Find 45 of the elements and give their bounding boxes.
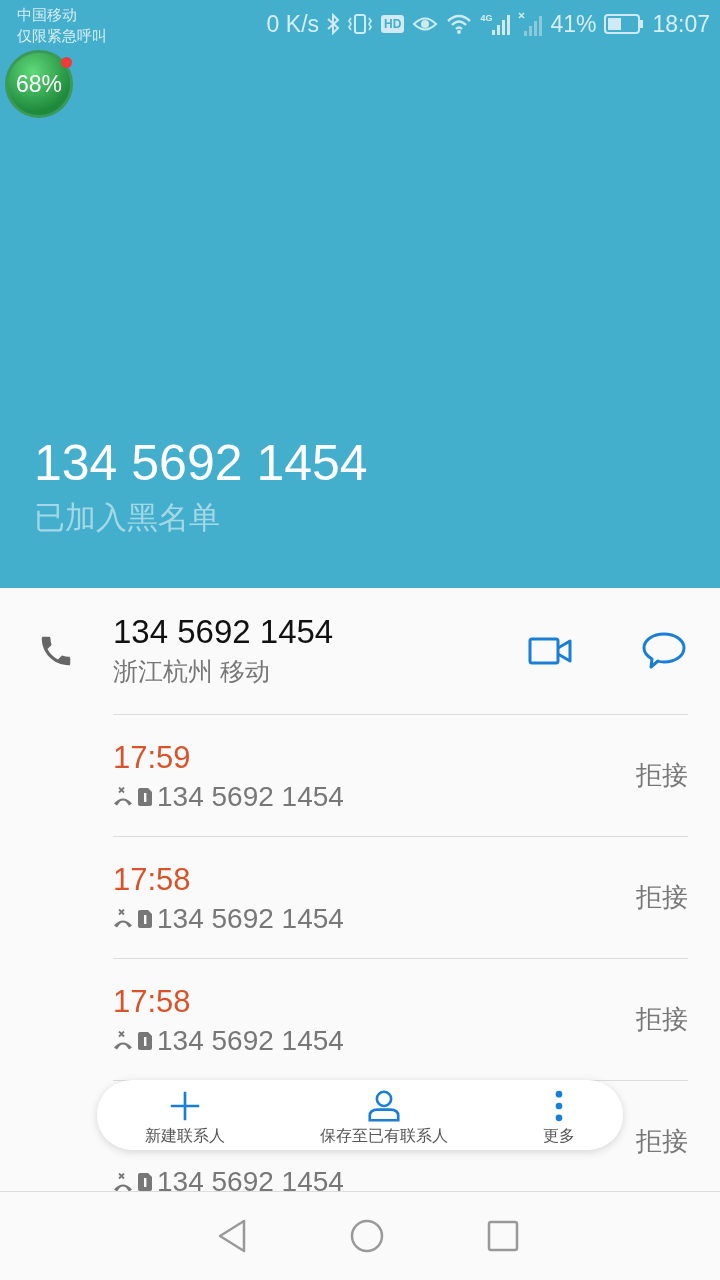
phone-number-title: 134 5692 1454 (34, 434, 368, 493)
video-call-icon[interactable] (528, 637, 572, 665)
toolbar-button[interactable]: 更多 (539, 1081, 580, 1149)
hd-badge: HD (381, 15, 405, 33)
more-icon (554, 1090, 565, 1122)
contact-number: 134 5692 1454 (113, 612, 334, 652)
network-type: 4G (480, 13, 493, 23)
number-location: 浙江杭州 移动 (113, 656, 270, 687)
back-icon[interactable] (216, 1219, 247, 1253)
rejected-call-icon (113, 787, 133, 806)
call-result: 拒接 (636, 1003, 688, 1036)
vibrate-icon (347, 13, 374, 35)
call-number: 134 5692 1454 (157, 901, 344, 936)
person-icon (365, 1090, 403, 1122)
call-result: 拒接 (636, 881, 688, 914)
call-number: 134 5692 1454 (157, 779, 344, 814)
message-icon[interactable] (642, 632, 686, 670)
wifi-icon (446, 13, 473, 35)
call-result: 拒接 (636, 1125, 688, 1158)
recents-icon[interactable] (486, 1220, 519, 1252)
network-speed: 0 K/s (266, 10, 320, 38)
signal-icon (492, 13, 511, 35)
emergency-notice: 仅限紧急呼叫 (17, 26, 107, 46)
call-result: 拒接 (636, 759, 688, 792)
toolbar-button[interactable]: 新建联系人 (140, 1081, 229, 1149)
sim-card-icon (137, 1030, 153, 1051)
toolbar-button[interactable]: 保存至已有联系人 (316, 1081, 452, 1149)
call-time: 17:59 (113, 738, 191, 777)
rejected-call-icon (113, 909, 133, 928)
rejected-call-icon (113, 1172, 133, 1191)
call-time: 17:58 (113, 982, 191, 1021)
bluetooth-icon (327, 13, 340, 35)
rejected-call-icon (113, 1031, 133, 1050)
call-number: 134 5692 1454 (157, 1165, 344, 1191)
battery-percent: 41% (550, 10, 597, 38)
blacklist-status: 已加入黑名单 (34, 498, 220, 537)
carrier-name: 中国移动 (17, 5, 77, 25)
call-number: 134 5692 1454 (157, 1023, 344, 1058)
battery-icon (604, 14, 645, 34)
clock: 18:07 (652, 10, 710, 38)
sim-card-icon (137, 786, 153, 807)
call-time: 17:58 (113, 860, 191, 899)
sim-card-icon (137, 908, 153, 929)
home-icon[interactable] (349, 1219, 384, 1253)
no-signal-icon (518, 12, 543, 36)
